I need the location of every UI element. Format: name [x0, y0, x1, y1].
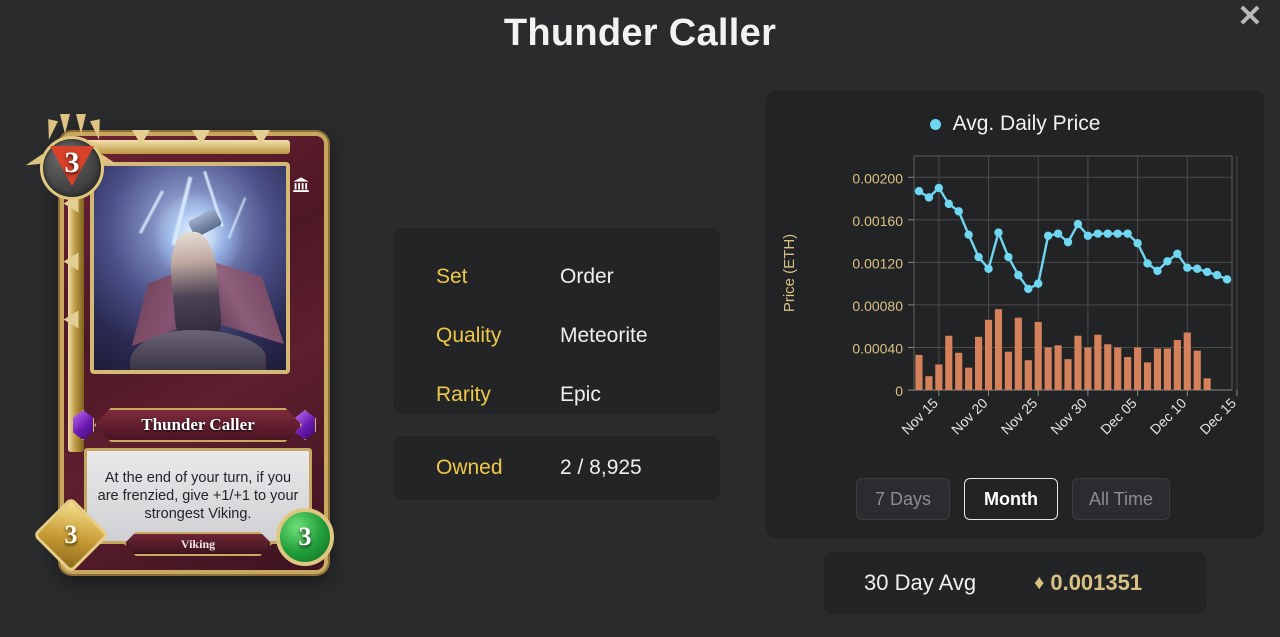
card-spike-6 [63, 310, 79, 329]
mana-spike-3 [76, 114, 86, 134]
svg-text:0.00080: 0.00080 [852, 298, 903, 314]
svg-text:Nov 20: Nov 20 [948, 395, 991, 438]
eth-icon: ♦ [1034, 571, 1045, 594]
attack-value: 3 [64, 520, 78, 549]
svg-text:Dec 05: Dec 05 [1097, 395, 1140, 438]
range-button-month[interactable]: Month [964, 478, 1058, 520]
average-value: 0.001351 [1050, 570, 1143, 595]
range-button-7days[interactable]: 7 Days [856, 478, 950, 520]
svg-text:0.00200: 0.00200 [852, 170, 903, 186]
card-name-banner: Thunder Caller [94, 408, 302, 442]
svg-text:Dec 10: Dec 10 [1147, 395, 1190, 438]
museum-icon [293, 177, 309, 193]
attribute-row-set: Set Order [436, 254, 678, 299]
card-tribe: Viking [180, 536, 216, 551]
card-spike-1 [132, 130, 150, 145]
mana-spike-4 [90, 119, 104, 141]
mana-spike-2 [60, 114, 70, 134]
mana-cost-badge: 3 [23, 114, 121, 214]
average-value-group: ♦ 0.001351 [1034, 570, 1142, 596]
attribute-value: Meteorite [560, 323, 648, 347]
card-spike-3 [252, 130, 270, 145]
card-artwork [90, 162, 290, 374]
card-attributes-panel: Set Order Quality Meteorite Rarity Epic [394, 228, 720, 414]
svg-text:Nov 15: Nov 15 [898, 395, 941, 438]
owned-value: 2 / 8,925 [560, 456, 642, 479]
attribute-value: Order [560, 264, 614, 288]
owned-panel: Owned 2 / 8,925 [394, 436, 720, 500]
time-range-group: 7 Days Month All Time [856, 478, 1171, 520]
attribute-row-quality: Quality Meteorite [436, 313, 678, 358]
attribute-row-rarity: Rarity Epic [436, 372, 678, 417]
card-name: Thunder Caller [141, 415, 255, 434]
health-value: 3 [298, 522, 312, 551]
page-title: Thunder Caller [503, 12, 777, 54]
card-preview: Thunder Caller At the end of your turn, … [23, 114, 346, 584]
svg-text:Nov 30: Nov 30 [1047, 395, 1090, 438]
card-ability-text: At the end of your turn, if you are fren… [97, 469, 299, 523]
card-spike-5 [63, 252, 79, 271]
range-button-alltime[interactable]: All Time [1072, 478, 1171, 520]
card-detail-modal: Thunder Caller ✕ Thunder Caller At the e… [0, 0, 1280, 637]
chart-legend: Avg. Daily Price [766, 112, 1264, 136]
attribute-label: Set [436, 264, 468, 288]
price-chart: 0 0.00040 0.00080 0.00120 0.00160 0.00200 Nov … [781, 155, 1239, 438]
average-label: 30 Day Avg [864, 570, 977, 595]
svg-text:Price (ETH): Price (ETH) [781, 234, 798, 312]
mana-cost-value: 3 [64, 146, 80, 179]
svg-text:0.00160: 0.00160 [852, 213, 903, 229]
close-icon[interactable]: ✕ [1232, 0, 1268, 36]
price-chart-panel: Avg. Daily Price 0 0.00040 0.00080 0.00120 0… [766, 90, 1264, 538]
svg-text:0.00040: 0.00040 [852, 340, 903, 356]
svg-text:Nov 25: Nov 25 [998, 395, 1041, 438]
legend-dot-icon [929, 118, 941, 130]
svg-text:0: 0 [895, 383, 903, 399]
card-spike-2 [192, 130, 210, 145]
legend-label: Avg. Daily Price [952, 112, 1101, 135]
owned-label: Owned [436, 456, 503, 479]
attribute-label: Rarity [436, 382, 491, 406]
mana-spike-1 [44, 119, 58, 141]
card-tribe-banner: Viking [124, 532, 272, 556]
svg-text:Dec 15: Dec 15 [1196, 395, 1239, 438]
health-stat: 3 [276, 508, 334, 566]
attribute-value: Epic [560, 382, 601, 406]
attribute-label: Quality [436, 323, 502, 347]
average-price-panel: 30 Day Avg ♦ 0.001351 [824, 552, 1206, 614]
svg-text:0.00120: 0.00120 [852, 255, 903, 271]
